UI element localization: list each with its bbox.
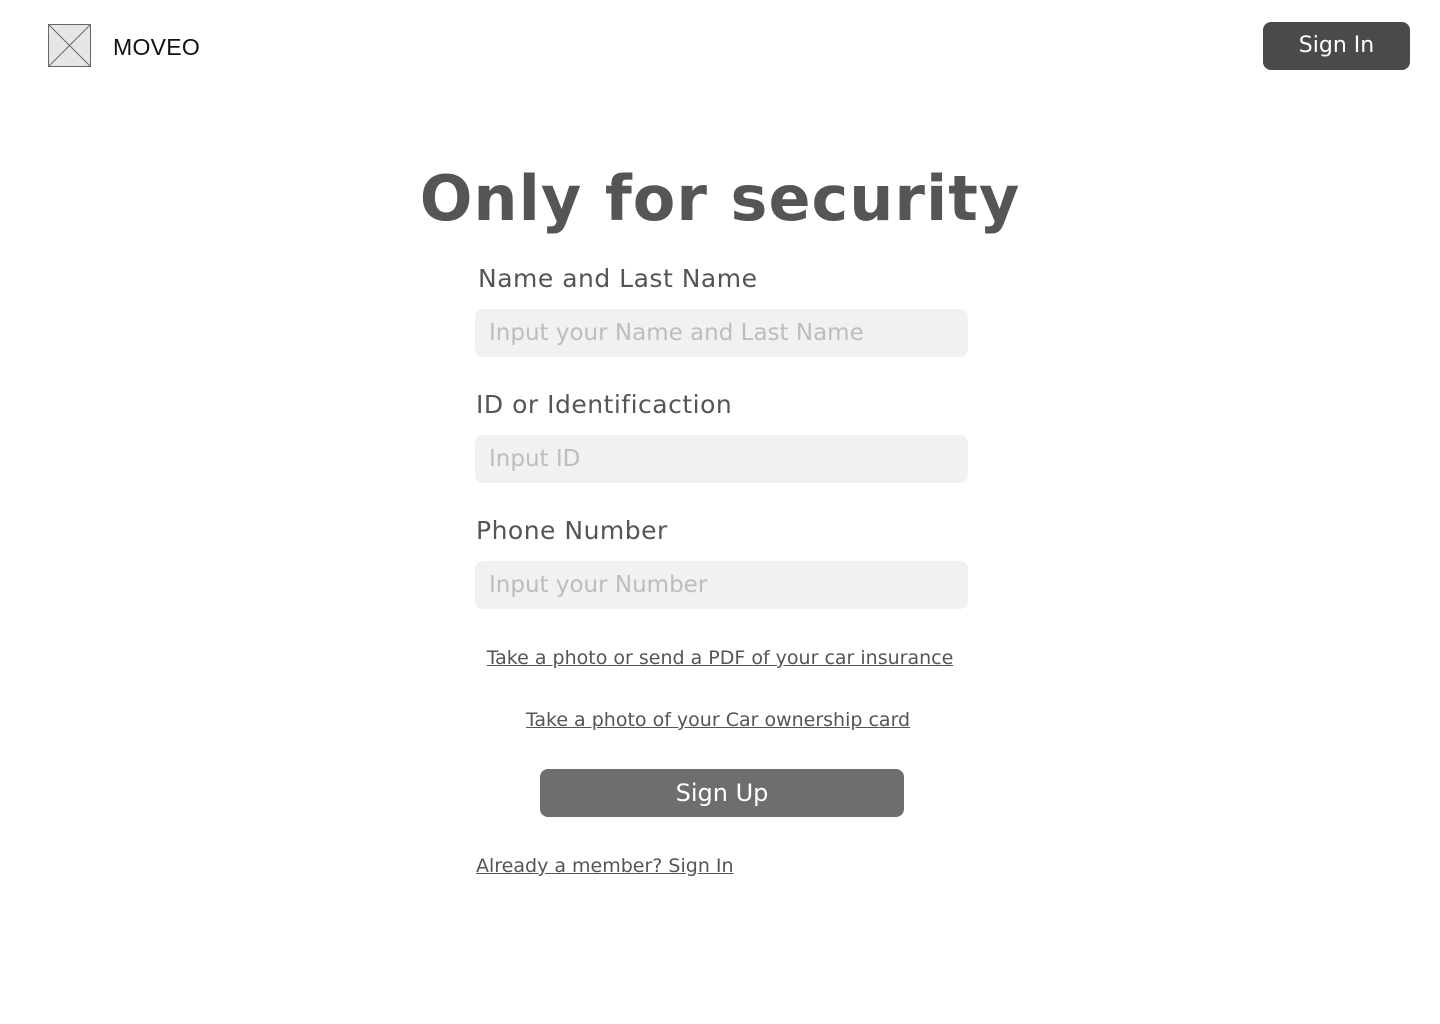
- already-member-sign-in-link[interactable]: Already a member? Sign In: [476, 853, 734, 879]
- id-field-label: ID or Identificaction: [476, 390, 733, 419]
- ownership-upload-link-row: Take a photo of your Car ownership card: [0, 707, 1438, 733]
- phone-field-label: Phone Number: [476, 516, 668, 545]
- id-input[interactable]: [475, 435, 968, 483]
- phone-input[interactable]: [475, 561, 968, 609]
- sign-up-button[interactable]: Sign Up: [540, 769, 904, 817]
- name-field-label: Name and Last Name: [478, 264, 758, 293]
- logo-placeholder: [48, 24, 91, 67]
- header-sign-in-button[interactable]: Sign In: [1263, 22, 1410, 70]
- image-placeholder-icon: [48, 24, 91, 67]
- page-title: Only for security: [419, 162, 1021, 235]
- insurance-upload-link-row: Take a photo or send a PDF of your car i…: [0, 645, 1440, 671]
- insurance-upload-link[interactable]: Take a photo or send a PDF of your car i…: [487, 647, 954, 669]
- brand-name: MOVEO: [113, 34, 201, 60]
- ownership-card-upload-link[interactable]: Take a photo of your Car ownership card: [526, 709, 910, 731]
- name-input[interactable]: [475, 309, 968, 357]
